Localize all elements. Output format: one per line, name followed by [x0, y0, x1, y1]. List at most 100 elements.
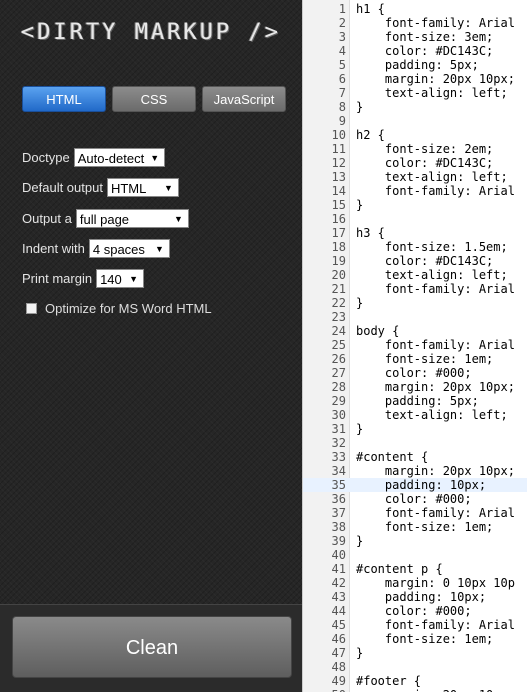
line-number: 19	[331, 254, 346, 268]
chevron-down-icon: ▼	[154, 243, 164, 254]
line-number: 29	[331, 394, 346, 408]
code-line: color: #000;	[356, 492, 472, 506]
output-as-row: Output a full page ▼	[22, 208, 189, 228]
line-number: 39	[331, 534, 346, 548]
line-number: 3	[338, 30, 346, 44]
line-number: 33	[331, 450, 346, 464]
line-number: 14	[331, 184, 346, 198]
code-line: h3 {	[356, 226, 385, 240]
line-number: 5	[338, 58, 346, 72]
code-line: color: #DC143C;	[356, 254, 494, 268]
indent-with-select-value: 4 spaces	[92, 241, 145, 257]
line-number: 26	[331, 352, 346, 366]
chevron-down-icon: ▼	[150, 152, 160, 163]
print-margin-row: Print margin 140 ▼	[22, 268, 145, 288]
default-output-label: Default output	[22, 179, 103, 195]
line-number: 25	[331, 338, 346, 352]
line-number: 24	[331, 324, 346, 338]
code-line: text-align: left;	[356, 170, 508, 184]
line-number: 4	[338, 44, 346, 58]
line-number: 21	[331, 282, 346, 296]
code-editor[interactable]: 1 h1 {2 font-family: Arial 3 font-size: 3e…	[302, 0, 527, 692]
code-line: font-size: 1em;	[356, 520, 494, 534]
code-line: padding: 5px;	[356, 394, 479, 408]
code-line: color: #DC143C;	[356, 44, 494, 58]
code-line: font-family: Arial	[356, 282, 515, 296]
line-number: 45	[331, 618, 346, 632]
chevron-down-icon: ▼	[164, 182, 173, 193]
indent-with-select[interactable]: 4 spaces ▼	[88, 238, 170, 258]
line-number: 48	[331, 660, 346, 674]
code-line: font-size: 1.5em;	[356, 240, 508, 254]
line-number: 40	[331, 548, 346, 562]
line-number: 37	[331, 506, 346, 520]
code-line: }	[356, 198, 364, 212]
code-line: }	[356, 100, 364, 114]
line-number: 41	[331, 562, 346, 576]
line-number: 16	[331, 212, 346, 226]
options-sidebar: <DIRTY MARKUP /> HTML CSS JavaScript Doc…	[0, 0, 302, 692]
line-number: 30	[331, 408, 346, 422]
line-number: 18	[331, 240, 346, 254]
code-line: font-size: 1em;	[356, 632, 494, 646]
line-number: 11	[331, 142, 346, 156]
line-number: 50	[303, 688, 346, 692]
code-line: font-family: Arial	[356, 16, 515, 30]
code-line: padding: 10px;	[356, 478, 487, 492]
line-number: 10	[331, 128, 346, 142]
line-number: 32	[331, 436, 346, 450]
line-number: 1	[338, 2, 346, 16]
output-as-select[interactable]: full page ▼	[75, 208, 189, 228]
code-line: color: #000;	[356, 604, 472, 618]
line-number: 38	[331, 520, 346, 534]
line-number: 36	[331, 492, 346, 506]
code-line: #footer {	[356, 674, 422, 688]
tab-javascript[interactable]: JavaScript	[202, 86, 286, 112]
line-number: 13	[331, 170, 346, 184]
code-line: text-align: left;	[356, 86, 508, 100]
tab-css[interactable]: CSS	[112, 86, 196, 112]
line-number: 44	[331, 604, 346, 618]
code-line: margin: 20px 10px;	[356, 380, 515, 394]
doctype-row: Doctype Auto-detect ▼	[22, 147, 166, 167]
line-number: 20	[331, 268, 346, 282]
line-number: 17	[331, 226, 346, 240]
line-number: 47	[331, 646, 346, 660]
output-as-label: Output a	[22, 210, 72, 226]
line-number: 46	[331, 632, 346, 646]
code-line: margin: 20px 10p	[356, 688, 501, 692]
doctype-label: Doctype	[22, 149, 70, 165]
indent-with-row: Indent with 4 spaces ▼	[22, 238, 170, 258]
code-line: text-align: left;	[356, 408, 508, 422]
print-margin-select[interactable]: 140 ▼	[96, 268, 145, 288]
code-line: }	[356, 422, 364, 436]
line-number: 42	[331, 576, 346, 590]
default-output-select[interactable]: HTML ▼	[106, 177, 179, 197]
code-line: h1 {	[356, 2, 385, 16]
code-line: font-size: 3em;	[356, 30, 494, 44]
clean-button[interactable]: Clean	[12, 616, 292, 678]
code-line: }	[356, 646, 364, 660]
optimize-word-checkbox[interactable]	[26, 303, 37, 314]
print-margin-label: Print margin	[22, 270, 93, 286]
code-line: margin: 20px 10px;	[356, 464, 515, 478]
code-line: body {	[356, 324, 400, 338]
optimize-word-label: Optimize for MS Word HTML	[45, 301, 212, 316]
line-number: 7	[338, 86, 346, 100]
chevron-down-icon: ▼	[129, 273, 139, 284]
tab-html[interactable]: HTML	[22, 86, 106, 112]
doctype-select[interactable]: Auto-detect ▼	[73, 147, 166, 167]
app-logo: <DIRTY MARKUP />	[21, 20, 281, 45]
output-as-select-value: full page	[79, 211, 130, 227]
optimize-word-row: Optimize for MS Word HTML	[26, 301, 212, 316]
line-number: 8	[338, 100, 346, 114]
code-line: }	[356, 296, 364, 310]
line-number: 31	[331, 422, 346, 436]
indent-with-label: Indent with	[22, 240, 85, 256]
line-number: 43	[331, 590, 346, 604]
code-line: margin: 0 10px 10p	[356, 576, 515, 590]
code-line: font-size: 2em;	[356, 142, 494, 156]
code-line: font-family: Arial	[356, 506, 515, 520]
line-number: 34	[331, 464, 346, 478]
line-number: 6	[338, 72, 346, 86]
